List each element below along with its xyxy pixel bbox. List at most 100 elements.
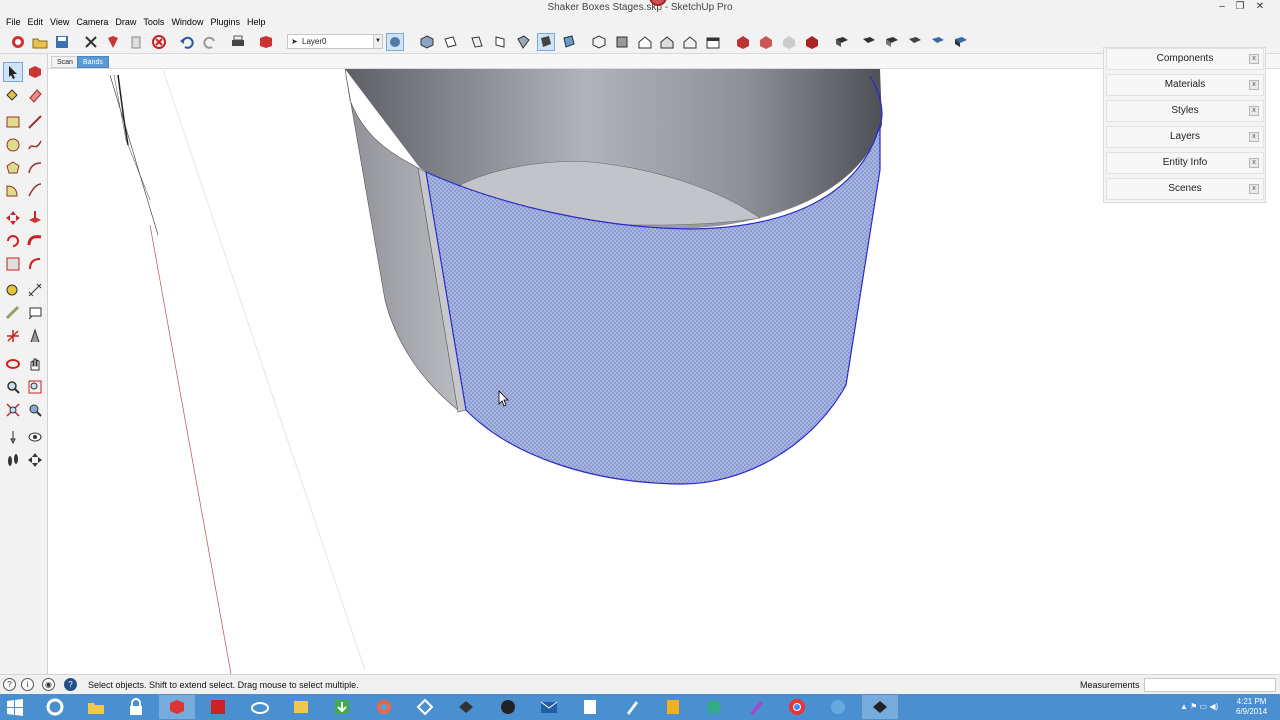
onenote-icon[interactable] — [572, 695, 608, 719]
tray-panel-styles[interactable]: Styles x — [1106, 100, 1264, 122]
instructor-icon[interactable]: ? — [64, 678, 77, 691]
push-pull-tool-icon[interactable] — [25, 208, 45, 228]
menu-plugins[interactable]: Plugins — [208, 16, 245, 30]
mail-icon[interactable] — [531, 695, 567, 719]
model-info-icon[interactable] — [257, 33, 275, 51]
freehand-tool-icon[interactable] — [25, 135, 45, 155]
xray-icon[interactable] — [537, 33, 555, 51]
photos-icon[interactable] — [283, 695, 319, 719]
tray-panel-materials[interactable]: Materials x — [1106, 74, 1264, 96]
menu-file[interactable]: File — [4, 16, 26, 30]
internet-explorer-icon[interactable] — [37, 695, 73, 719]
wireframe-icon[interactable] — [560, 33, 578, 51]
tray-panel-entity-info[interactable]: Entity Info x — [1106, 152, 1264, 174]
minimize-button[interactable]: – — [1214, 1, 1230, 13]
menu-help[interactable]: Help — [245, 16, 271, 30]
ie-alt-icon[interactable] — [696, 695, 732, 719]
user-icon[interactable]: ◉ — [42, 678, 55, 691]
menu-view[interactable]: View — [48, 16, 74, 30]
rotate-tool-icon[interactable] — [3, 231, 23, 251]
3d-text-icon[interactable] — [25, 326, 45, 346]
rectangle-tool-icon[interactable] — [3, 112, 23, 132]
cut-icon[interactable] — [82, 33, 100, 51]
layer-manager-icon[interactable] — [386, 33, 404, 51]
offset-tool-icon[interactable] — [25, 254, 45, 274]
house-outline-icon[interactable] — [681, 33, 699, 51]
line-tool-icon[interactable] — [25, 112, 45, 132]
dimension-tool-icon[interactable] — [25, 280, 45, 300]
zoom-window-icon[interactable] — [25, 377, 45, 397]
pencil-app-icon[interactable] — [738, 695, 774, 719]
download-icon[interactable] — [324, 695, 360, 719]
erase-icon[interactable] — [150, 33, 168, 51]
section-plane-icon[interactable] — [25, 450, 45, 470]
house-section-icon[interactable] — [658, 33, 676, 51]
position-camera-icon[interactable] — [3, 427, 23, 447]
right-view-icon[interactable] — [491, 33, 509, 51]
close-icon[interactable]: x — [1249, 158, 1259, 168]
taskbar-clock[interactable]: 4:21 PM 6/9/2014 — [1236, 697, 1267, 717]
scene-tab-scan[interactable]: Scan — [51, 56, 79, 68]
pan-tool-icon[interactable] — [25, 354, 45, 374]
network-icon[interactable] — [407, 695, 443, 719]
two-point-arc-icon[interactable] — [25, 180, 45, 200]
windows-start-icon[interactable] — [6, 698, 24, 716]
close-icon[interactable]: x — [1249, 184, 1259, 194]
polygon-tool-icon[interactable] — [3, 158, 23, 178]
drawing-viewport[interactable] — [48, 69, 1280, 674]
warehouse-share-icon[interactable] — [757, 33, 775, 51]
zoom-tool-icon[interactable] — [3, 377, 23, 397]
lock-icon[interactable] — [118, 695, 154, 719]
menu-edit[interactable]: Edit — [26, 16, 49, 30]
sandbox-from-contours-icon[interactable] — [833, 33, 851, 51]
menu-window[interactable]: Window — [169, 16, 208, 30]
open-icon[interactable] — [31, 33, 49, 51]
front-view-icon[interactable] — [468, 33, 486, 51]
extension-warehouse-icon[interactable] — [803, 33, 821, 51]
geo-location-icon[interactable]: ? — [3, 678, 16, 691]
menu-draw[interactable]: Draw — [113, 16, 141, 30]
close-button[interactable]: ✕ — [1252, 1, 1268, 13]
previous-view-icon[interactable] — [25, 400, 45, 420]
move-tool-icon[interactable] — [3, 208, 23, 228]
sandbox-drape-icon[interactable] — [929, 33, 947, 51]
copy-icon[interactable] — [104, 33, 122, 51]
undo-icon[interactable] — [178, 33, 196, 51]
sandbox-from-scratch-icon[interactable] — [860, 33, 878, 51]
menu-camera[interactable]: Camera — [74, 16, 113, 30]
file-explorer-icon[interactable] — [78, 695, 114, 719]
tray-panel-layers[interactable]: Layers x — [1106, 126, 1264, 148]
close-icon[interactable]: x — [1249, 132, 1259, 142]
follow-me-tool-icon[interactable] — [25, 231, 45, 251]
skydrive-icon[interactable] — [242, 695, 278, 719]
iso-view-icon[interactable] — [418, 33, 436, 51]
picasa-icon[interactable] — [366, 695, 402, 719]
layer-dropdown[interactable]: ➤ Layer0 ▼ — [287, 34, 383, 49]
credits-icon[interactable]: i — [21, 678, 34, 691]
eraser-icon[interactable] — [25, 85, 45, 105]
protractor-icon[interactable] — [3, 303, 23, 323]
zoom-extents-icon[interactable] — [3, 400, 23, 420]
paint-bucket-icon[interactable] — [3, 85, 23, 105]
house-icon[interactable] — [636, 33, 654, 51]
acrobat-icon[interactable] — [200, 695, 236, 719]
chevron-down-icon[interactable]: ▼ — [373, 35, 382, 48]
pie-tool-icon[interactable] — [3, 180, 23, 200]
scale-tool-icon[interactable] — [3, 254, 23, 274]
close-icon[interactable]: x — [1249, 80, 1259, 90]
close-icon[interactable]: x — [1249, 106, 1259, 116]
paste-icon[interactable] — [127, 33, 145, 51]
axes-tool-icon[interactable] — [3, 326, 23, 346]
sketchup-app-icon[interactable] — [159, 695, 195, 719]
system-tray-icons[interactable]: ▲ ⚑ ▭ ◀) — [1180, 702, 1218, 711]
tray-panel-scenes[interactable]: Scenes x — [1106, 178, 1264, 200]
tape-measure-icon[interactable] — [3, 280, 23, 300]
sandbox-stamp-icon[interactable] — [906, 33, 924, 51]
arc-tool-icon[interactable] — [25, 158, 45, 178]
getting-started-icon[interactable] — [9, 33, 27, 51]
look-around-icon[interactable] — [25, 427, 45, 447]
chrome-icon[interactable] — [779, 695, 815, 719]
sketchup-layout-active-icon[interactable] — [862, 695, 898, 719]
walk-tool-icon[interactable] — [3, 450, 23, 470]
text-tool-icon[interactable] — [25, 303, 45, 323]
